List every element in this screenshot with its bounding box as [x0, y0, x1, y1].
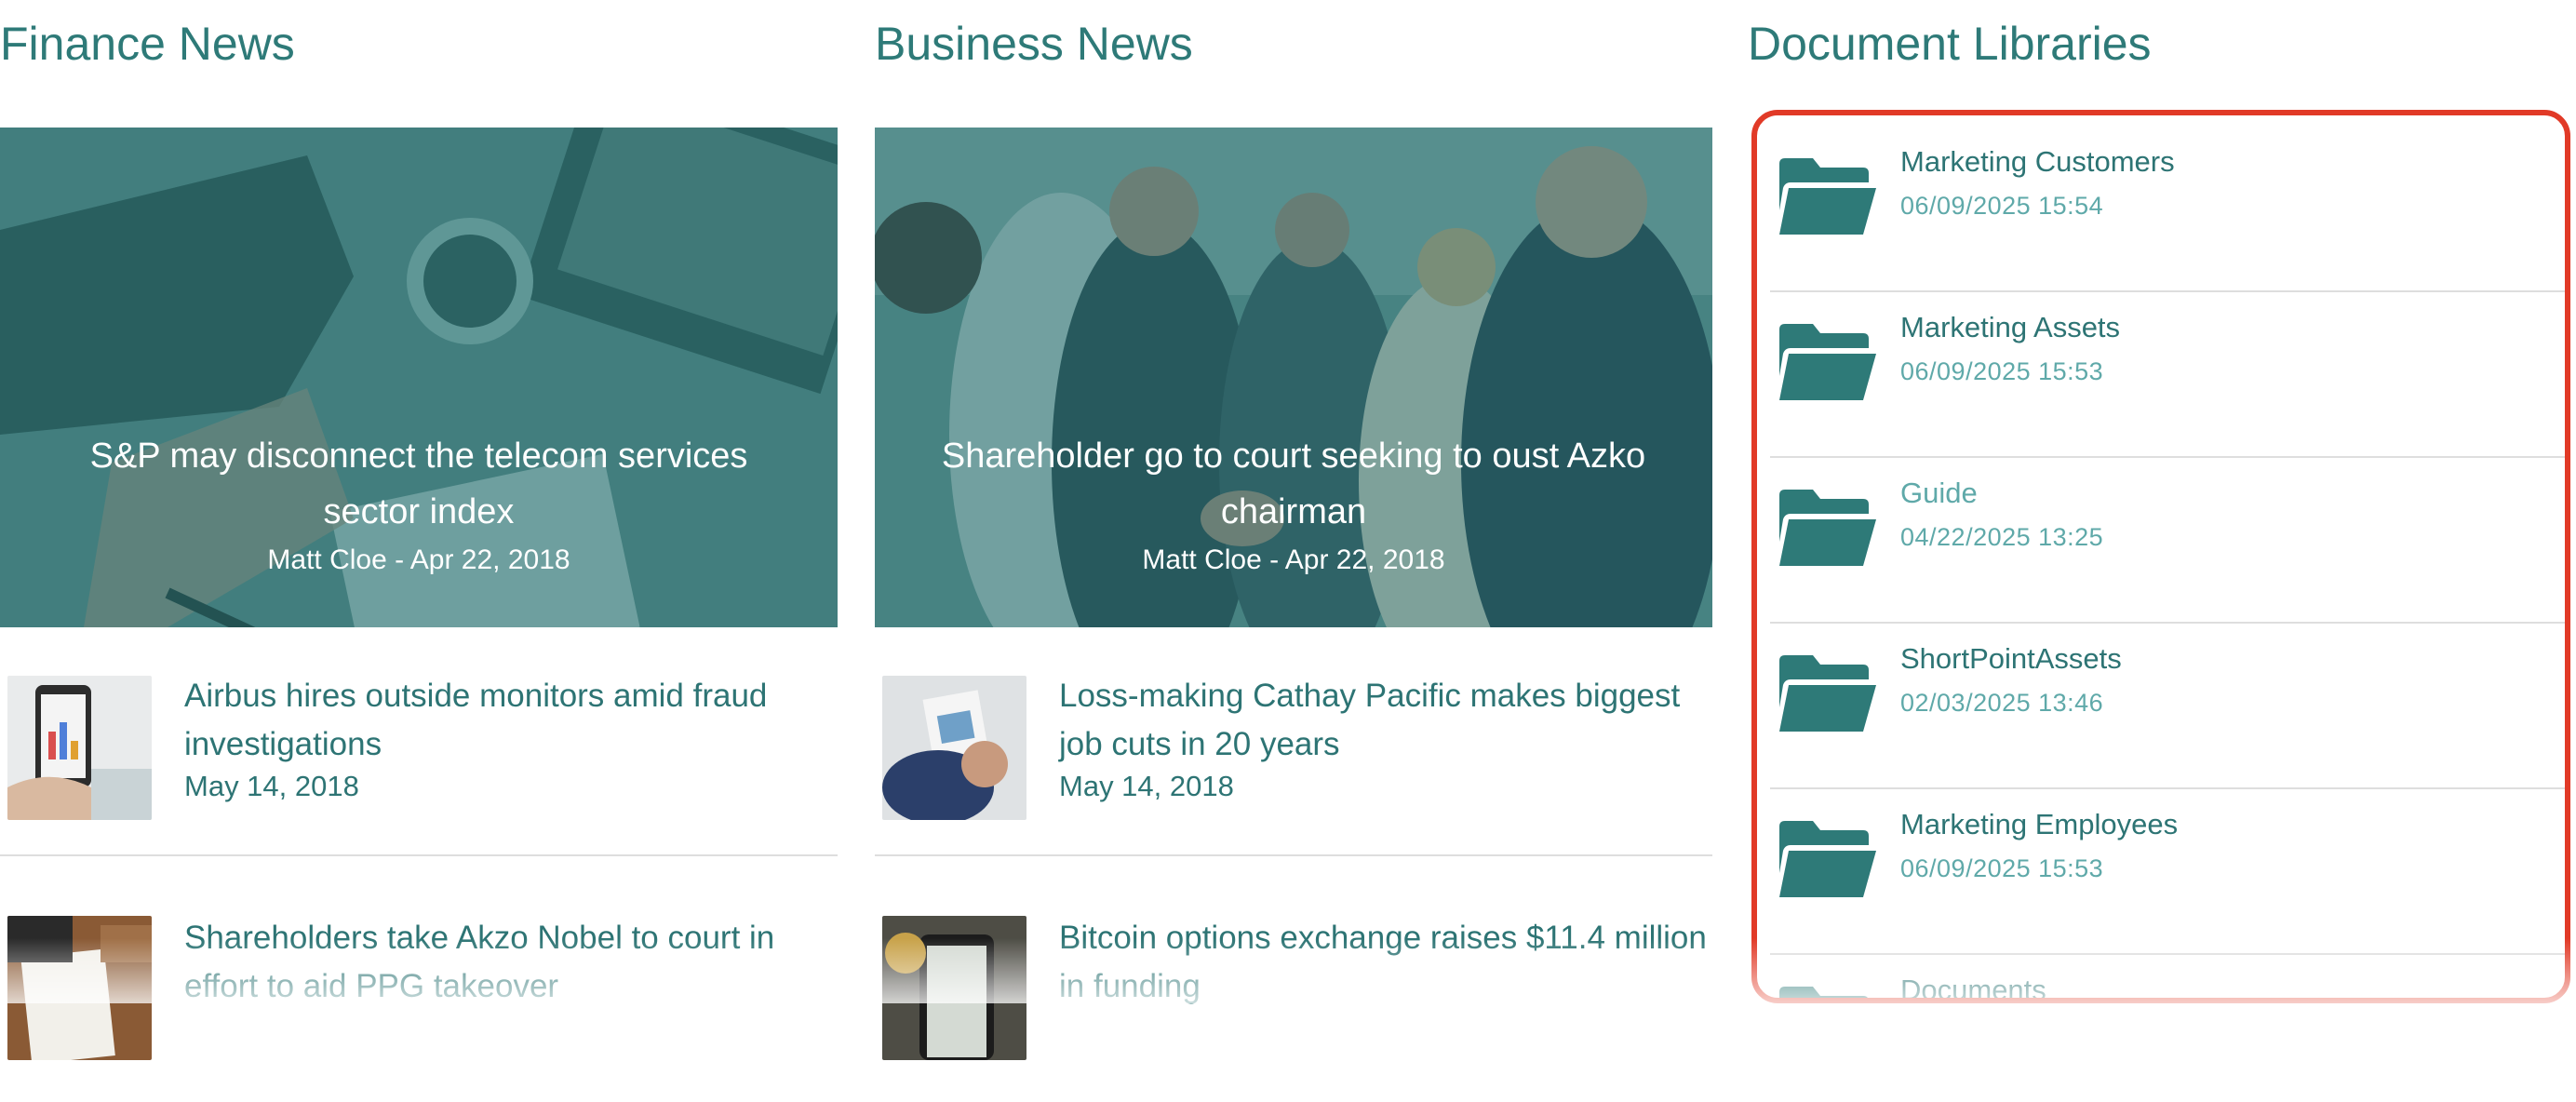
doc-library-item[interactable]: Documents: [1770, 955, 2565, 1003]
folder-open-icon: [1779, 655, 1876, 732]
article-title[interactable]: Bitcoin options exchange raises $11.4 mi…: [1059, 914, 1712, 1011]
folder-open-icon: [1779, 158, 1876, 235]
doc-library-name: Marketing Customers: [1900, 145, 2175, 178]
section-title-docs: Document Libraries: [1748, 18, 2152, 70]
doc-library-date: 06/09/2025 15:54: [1900, 192, 2104, 220]
doc-library-date: 02/03/2025 13:46: [1900, 689, 2104, 717]
folder-open-icon: [1779, 490, 1876, 566]
doc-library-item[interactable]: Marketing Employees 06/09/2025 15:53: [1770, 789, 2565, 955]
list-item-finance-1: Airbus hires outside monitors amid fraud…: [0, 674, 838, 856]
doc-library-name: Guide: [1900, 477, 1978, 509]
hero-title-finance[interactable]: S&P may disconnect the telecom services …: [37, 428, 800, 540]
doc-library-item[interactable]: Marketing Assets 06/09/2025 15:53: [1770, 292, 2565, 458]
hero-meta-finance: Matt Cloe - Apr 22, 2018: [267, 544, 570, 575]
doc-library-date: 06/09/2025 15:53: [1900, 357, 2104, 385]
doc-library-name: ShortPointAssets: [1900, 642, 2122, 675]
article-thumbnail[interactable]: [7, 676, 152, 820]
hero-title-business[interactable]: Shareholder go to court seeking to oust …: [912, 428, 1675, 540]
article-date: May 14, 2018: [184, 770, 359, 802]
section-title-business: Business News: [875, 18, 1193, 70]
doc-library-item[interactable]: ShortPointAssets 02/03/2025 13:46: [1770, 624, 2565, 789]
hero-meta-business: Matt Cloe - Apr 22, 2018: [1142, 544, 1445, 575]
doc-library-date: 04/22/2025 13:25: [1900, 523, 2104, 551]
list-item-business-1: Loss-making Cathay Pacific makes biggest…: [875, 674, 1712, 856]
list-item-business-2: Bitcoin options exchange raises $11.4 mi…: [875, 916, 1712, 1102]
doc-library-name: Marketing Assets: [1900, 311, 2121, 343]
doc-library-item[interactable]: Guide 04/22/2025 13:25: [1770, 458, 2565, 624]
folder-open-icon: [1779, 987, 1868, 998]
article-title[interactable]: Shareholders take Akzo Nobel to court in…: [184, 914, 838, 1011]
article-thumbnail[interactable]: [882, 676, 1026, 820]
section-title-finance: Finance News: [0, 18, 295, 70]
doc-library-name: Marketing Employees: [1900, 808, 2179, 840]
hero-article-finance[interactable]: S&P may disconnect the telecom services …: [0, 128, 838, 627]
article-thumbnail[interactable]: [7, 916, 152, 1060]
doc-library-item[interactable]: Marketing Customers 06/09/2025 15:54: [1770, 127, 2565, 292]
article-date: May 14, 2018: [1059, 770, 1234, 802]
list-item-finance-2: Shareholders take Akzo Nobel to court in…: [0, 916, 838, 1102]
document-library-list: Marketing Customers 06/09/2025 15:54 Mar…: [1751, 110, 2570, 1003]
folder-open-icon: [1779, 821, 1876, 897]
hero-article-business[interactable]: Shareholder go to court seeking to oust …: [875, 128, 1712, 627]
article-title[interactable]: Loss-making Cathay Pacific makes biggest…: [1059, 672, 1712, 769]
doc-library-name: Documents: [1900, 974, 2046, 1003]
article-thumbnail[interactable]: [882, 916, 1026, 1060]
article-title[interactable]: Airbus hires outside monitors amid fraud…: [184, 672, 838, 769]
doc-library-date: 06/09/2025 15:53: [1900, 854, 2104, 882]
folder-open-icon: [1779, 324, 1876, 400]
